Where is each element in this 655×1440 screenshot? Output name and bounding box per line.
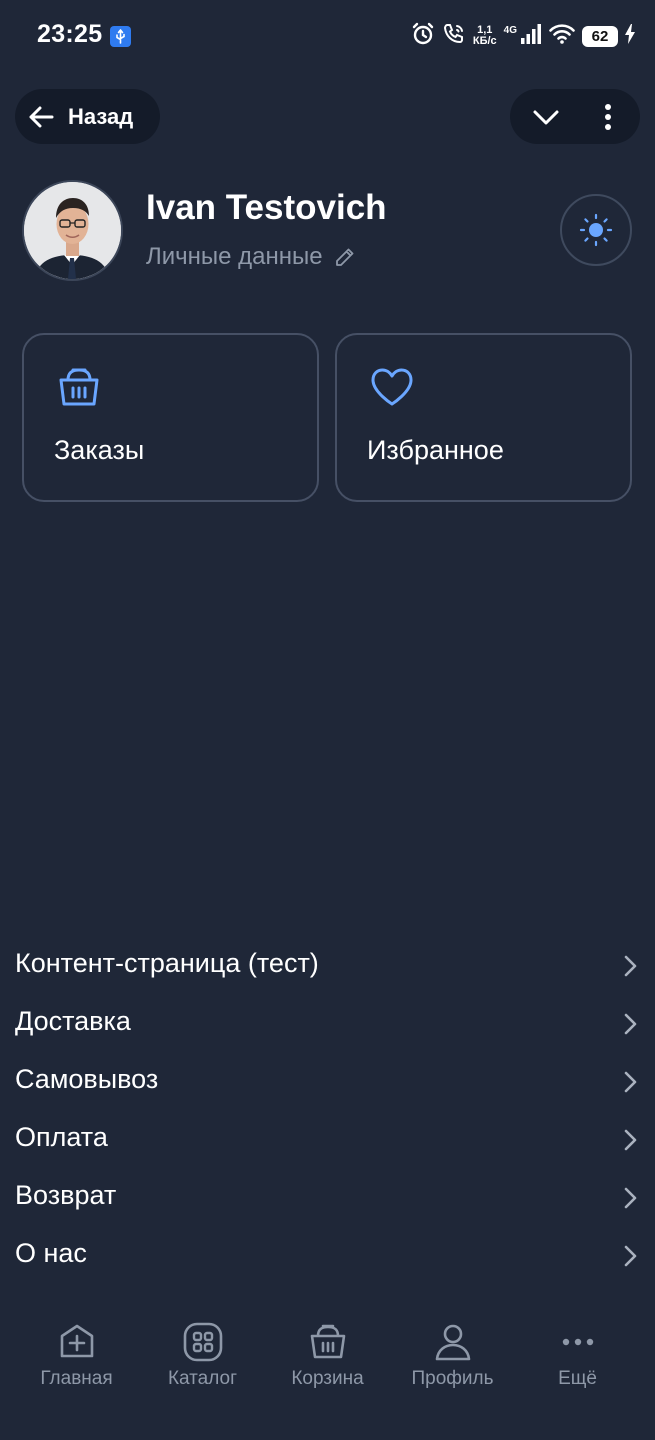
chevron-right-icon	[624, 955, 637, 977]
nav-more[interactable]: Ещё	[515, 1310, 640, 1410]
chevron-right-icon	[624, 1071, 637, 1093]
wifi-icon	[549, 23, 575, 49]
catalog-icon	[183, 1322, 222, 1362]
signal-icon	[520, 23, 542, 49]
chevron-down-icon[interactable]	[532, 103, 560, 136]
link-content-page[interactable]: Контент-страница (тест)	[0, 937, 655, 995]
nav-label: Каталог	[167, 1368, 238, 1389]
back-label: Назад	[68, 103, 134, 129]
link-returns[interactable]: Возврат	[0, 1169, 655, 1227]
nav-home[interactable]: Главная	[14, 1310, 139, 1410]
theme-toggle-button[interactable]	[560, 194, 632, 266]
link-about[interactable]: О нас	[0, 1227, 655, 1285]
chevron-right-icon	[624, 1245, 637, 1267]
status-time: 23:25	[37, 20, 103, 48]
personal-data-link[interactable]: Личные данные	[146, 243, 357, 271]
alarm-icon	[411, 22, 435, 51]
status-bar: 23:25 1,1 КБ/с 4G 62	[0, 0, 655, 72]
net-speed-unit: КБ/с	[472, 35, 497, 47]
chevron-right-icon	[624, 1187, 637, 1209]
more-vertical-icon[interactable]	[598, 103, 618, 136]
pencil-icon	[335, 248, 354, 266]
basket-icon	[56, 365, 102, 416]
orders-card[interactable]: Заказы	[22, 333, 319, 502]
heart-icon	[369, 365, 415, 416]
nav-catalog[interactable]: Каталог	[140, 1310, 265, 1410]
link-label: Самовывоз	[15, 1064, 159, 1094]
profile-name: Ivan Testovich	[146, 188, 387, 227]
basket-icon	[310, 1324, 345, 1359]
link-delivery[interactable]: Доставка	[0, 995, 655, 1053]
favorites-label: Избранное	[367, 435, 504, 465]
link-payment[interactable]: Оплата	[0, 1111, 655, 1169]
link-label: Контент-страница (тест)	[15, 948, 319, 978]
orders-label: Заказы	[54, 435, 145, 465]
info-links-list: Контент-страница (тест) Доставка Самовыв…	[0, 937, 655, 1285]
call-wifi-icon	[442, 22, 466, 51]
usb-icon	[110, 26, 131, 47]
link-pickup[interactable]: Самовывоз	[0, 1053, 655, 1111]
back-button[interactable]: Назад	[15, 89, 160, 144]
sun-icon	[579, 213, 613, 247]
battery-indicator: 62	[582, 25, 618, 47]
user-icon	[435, 1324, 470, 1361]
avatar[interactable]	[22, 180, 123, 281]
nav-label: Профиль	[411, 1368, 494, 1389]
home-plus-icon	[60, 1324, 93, 1358]
link-label: Доставка	[15, 1006, 131, 1036]
charging-icon	[625, 23, 635, 49]
chevron-right-icon	[624, 1129, 637, 1151]
nav-profile[interactable]: Профиль	[390, 1310, 515, 1410]
network-type: 4G	[503, 24, 517, 36]
nav-label: Ещё	[558, 1368, 597, 1389]
nav-cart[interactable]: Корзина	[265, 1310, 390, 1410]
chevron-right-icon	[624, 1013, 637, 1035]
link-label: Возврат	[15, 1180, 117, 1210]
favorites-card[interactable]: Избранное	[335, 333, 632, 502]
link-label: О нас	[15, 1238, 87, 1268]
link-label: Оплата	[15, 1122, 108, 1152]
arrow-left-icon	[29, 106, 54, 127]
header-actions	[510, 89, 640, 144]
bottom-navigation: Главная Каталог Корзина Профиль Ещё	[0, 1310, 655, 1440]
nav-label: Корзина	[291, 1368, 364, 1389]
more-icon	[562, 1338, 593, 1346]
profile-subtitle: Личные данные	[146, 243, 323, 270]
net-speed: 1,1 КБ/с	[473, 25, 497, 47]
nav-label: Главная	[40, 1368, 113, 1389]
